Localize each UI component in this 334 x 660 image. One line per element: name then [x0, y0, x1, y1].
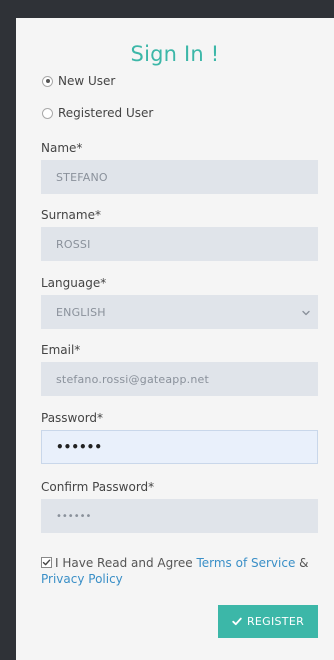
privacy-policy-link[interactable]: Privacy Policy	[41, 572, 123, 586]
terms-checkbox[interactable]	[41, 557, 52, 568]
password-label: Password*	[41, 411, 104, 425]
terms-agreement: I Have Read and Agree Terms of Service &…	[41, 555, 317, 587]
password-value: ••••••	[56, 440, 103, 454]
radio-unselected-icon[interactable]	[42, 107, 53, 119]
email-input[interactable]: stefano.rossi@gateapp.net	[41, 362, 318, 396]
radio-registered-user-label[interactable]: Registered User	[58, 105, 153, 121]
surname-label: Surname*	[41, 208, 101, 222]
register-button[interactable]: REGISTER	[218, 605, 318, 638]
chevron-down-icon[interactable]	[301, 308, 311, 318]
checkmark-icon	[42, 559, 51, 566]
register-button-label: REGISTER	[246, 615, 305, 628]
radio-registered-user[interactable]: Registered User	[42, 105, 153, 121]
agreement-connector: &	[295, 556, 309, 570]
password-input[interactable]: ••••••	[41, 430, 318, 464]
check-icon	[232, 617, 242, 626]
confirm-password-value: ••••••	[56, 510, 92, 522]
name-label: Name*	[41, 141, 83, 155]
terms-of-service-link[interactable]: Terms of Service	[196, 556, 295, 570]
page-title: Sign In !	[130, 42, 220, 66]
email-value: stefano.rossi@gateapp.net	[56, 372, 210, 386]
radio-new-user[interactable]: New User	[42, 73, 115, 89]
confirm-password-input[interactable]: ••••••	[41, 499, 318, 533]
radio-new-user-label[interactable]: New User	[58, 73, 115, 89]
language-value: ENGLISH	[56, 305, 106, 319]
surname-input[interactable]: ROSSI	[41, 227, 318, 261]
language-select[interactable]: ENGLISH	[41, 295, 318, 329]
name-input[interactable]: STEFANO	[41, 160, 318, 194]
language-label: Language*	[41, 276, 107, 290]
name-value: STEFANO	[56, 170, 108, 184]
sign-in-panel: Sign In ! New User Registered User Name*…	[16, 18, 334, 660]
agreement-prefix: I Have Read and Agree	[55, 556, 197, 570]
email-label: Email*	[41, 343, 81, 357]
surname-value: ROSSI	[56, 237, 91, 251]
radio-selected-icon[interactable]	[42, 75, 53, 87]
confirm-password-label: Confirm Password*	[41, 480, 155, 494]
